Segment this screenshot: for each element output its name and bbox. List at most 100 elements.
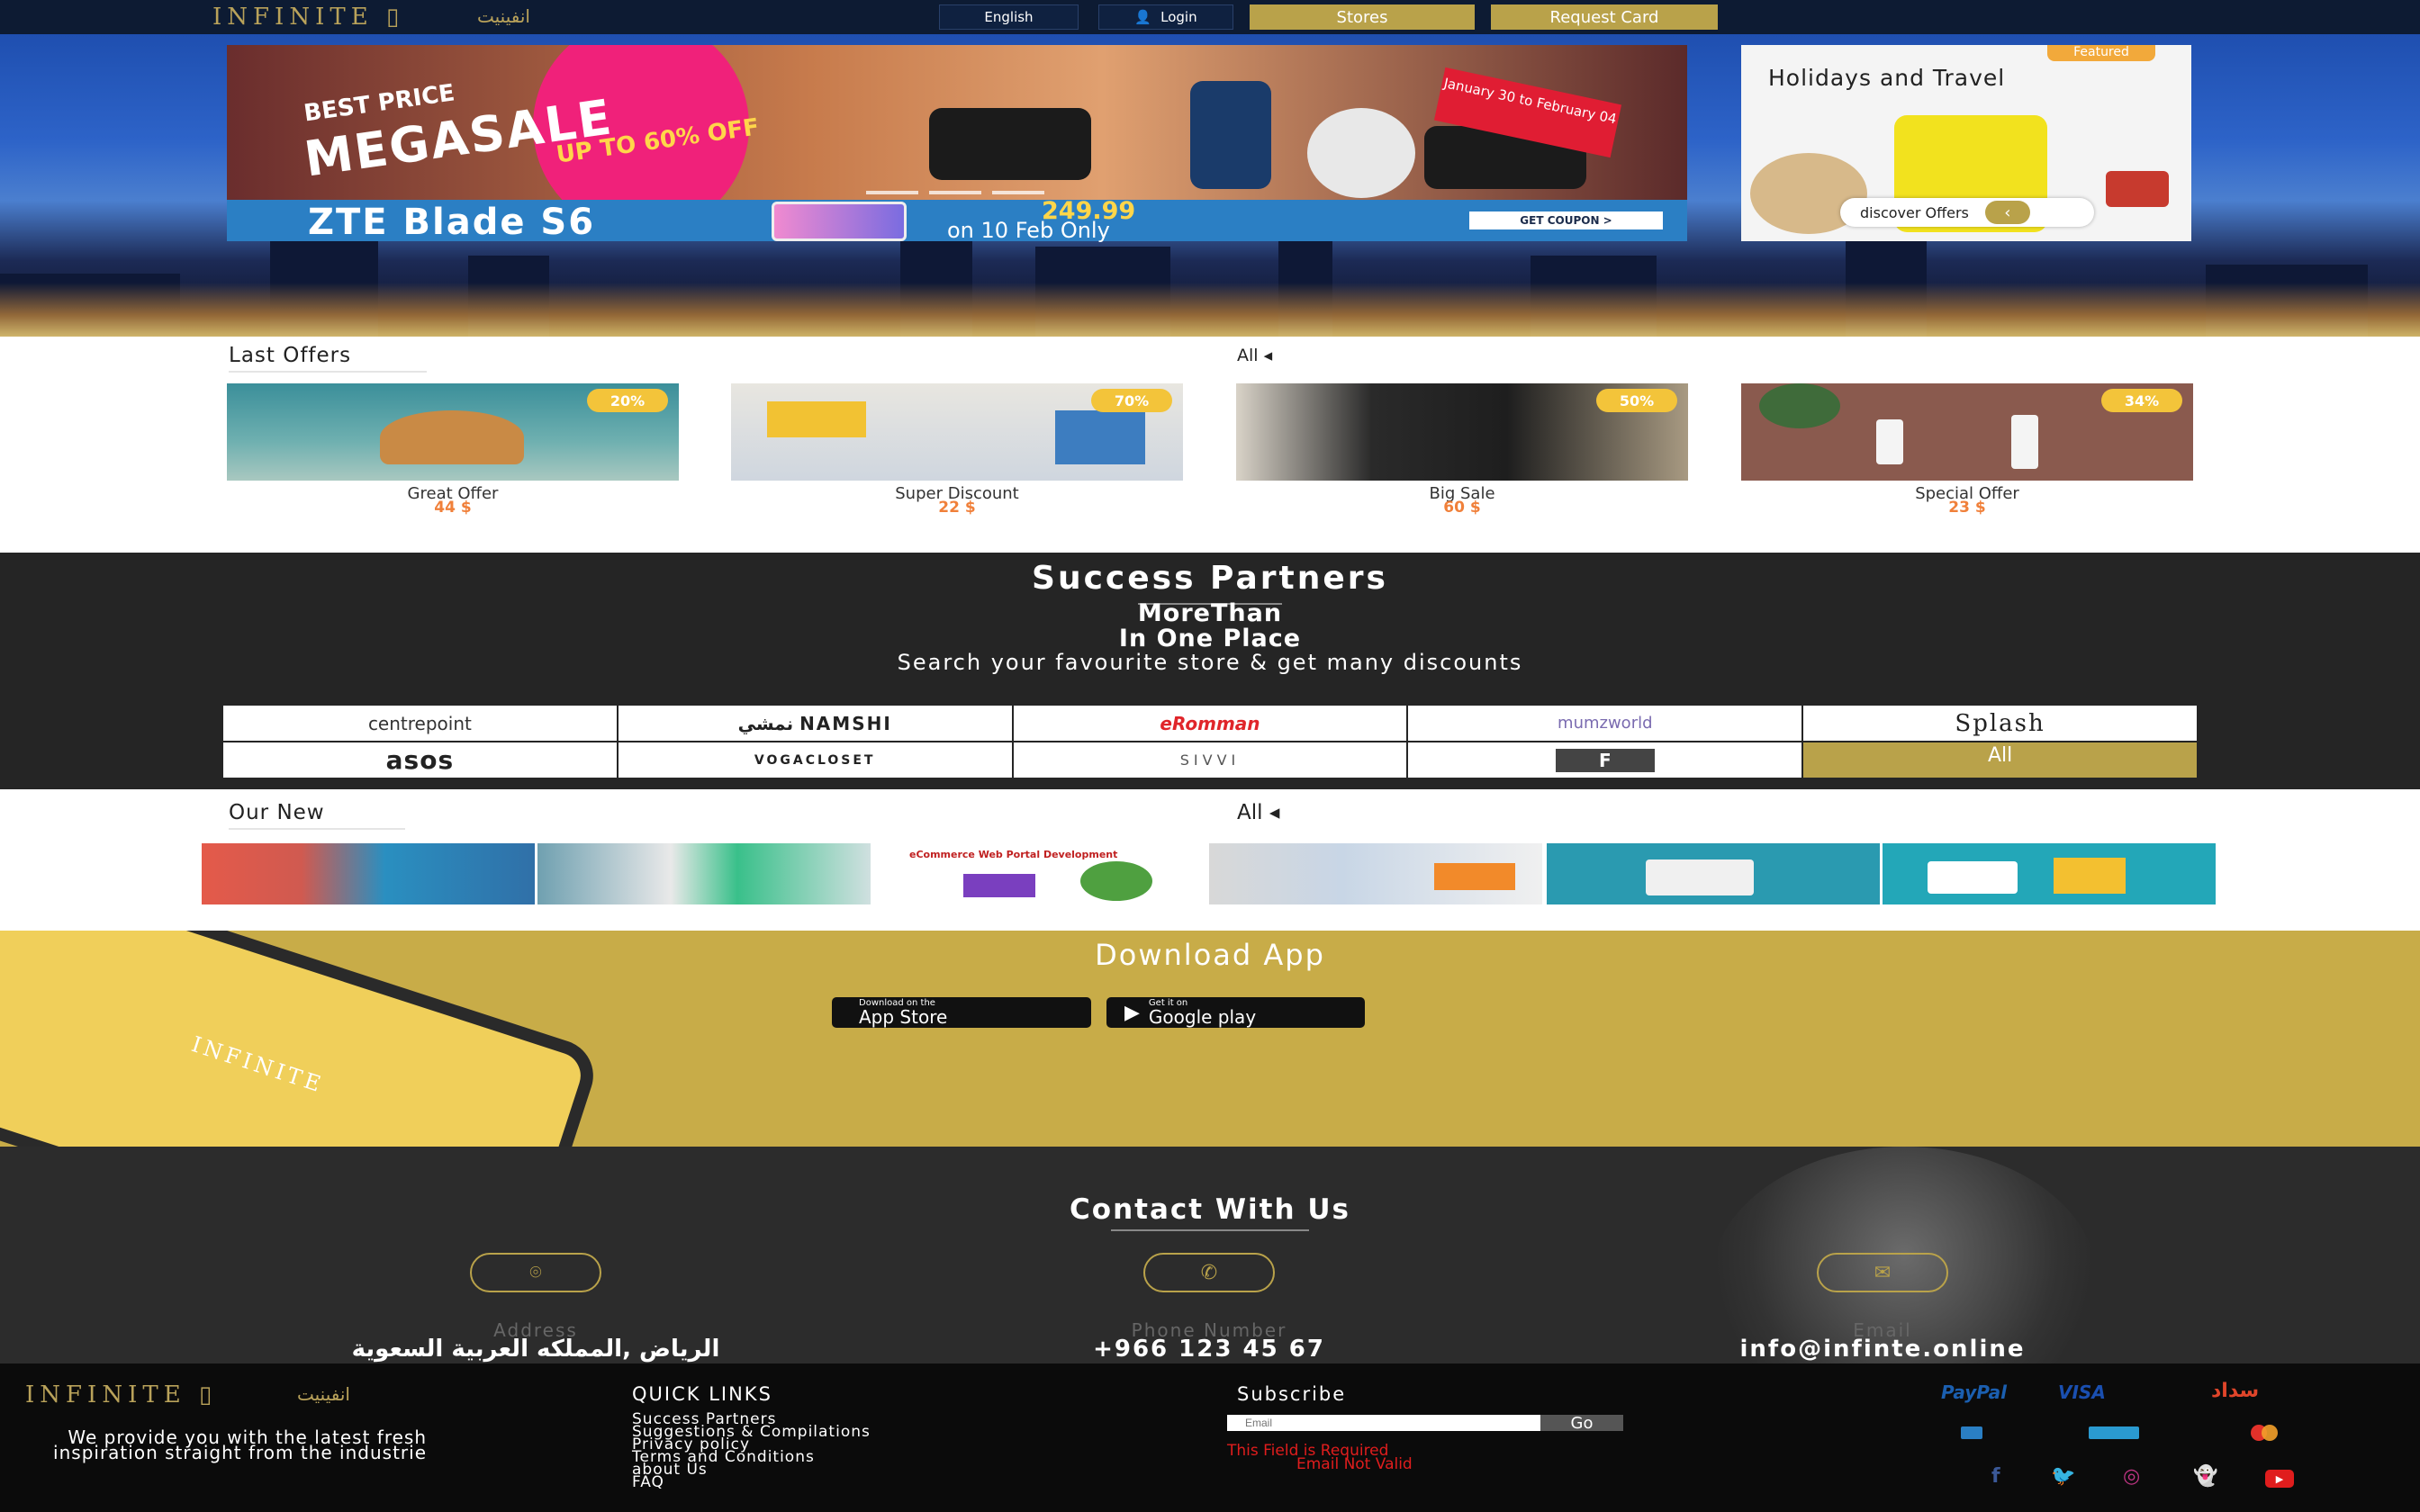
shop-image [767, 401, 866, 437]
subscribe-email-input[interactable] [1227, 1415, 1540, 1431]
discount-badge: 20% [587, 389, 668, 412]
phone-image [772, 202, 907, 241]
our-new-title: Our New [229, 801, 325, 824]
product-image [929, 108, 1091, 180]
slider-dot[interactable] [929, 191, 981, 194]
partner-logo[interactable]: SIVVI [1013, 742, 1407, 778]
app-store-text: Download on the App Store [859, 999, 948, 1028]
city-lights [0, 283, 2420, 337]
partner-logo[interactable]: نمشي NAMSHI [618, 706, 1012, 741]
stores-button[interactable]: Stores [1250, 4, 1475, 30]
top-navbar: INFINITE ▯ انفينيت English 👤 Login Store… [0, 0, 2420, 34]
partners-line-3: Search your favourite store & get many d… [897, 650, 1523, 675]
offer-card-image[interactable]: 70% [731, 383, 1183, 481]
discover-offers-label: discover Offers [1860, 203, 1969, 221]
news-thumbnail[interactable] [1883, 843, 2216, 904]
language-select[interactable]: English [939, 4, 1079, 30]
facebook-icon[interactable]: f [1991, 1465, 2000, 1488]
google-play-button[interactable]: ▶ Get it on Google play [1106, 997, 1365, 1028]
partner-logo[interactable]: VOGACLOSET [618, 742, 1012, 778]
chevron-left-icon: ‹ [1984, 201, 2030, 224]
card-icon [1961, 1426, 1982, 1439]
google-play-text: Get it on Google play [1149, 999, 1256, 1027]
login-label: Login [1160, 9, 1197, 25]
bottle-image [1876, 419, 1903, 464]
play-icon: ▶ [1124, 1001, 1140, 1024]
contact-section: Contact With Us ⌾ ✆ ✉ Address الرياض ,ال… [0, 1147, 2420, 1364]
partner-logo[interactable]: F [1408, 742, 1802, 778]
mail-icon: ✉ [1817, 1253, 1948, 1292]
partners-all-button[interactable]: All [1803, 742, 2197, 778]
paypal-icon: PayPal [1941, 1382, 2008, 1403]
bottle-image [2011, 415, 2038, 469]
hero-slider[interactable]: BEST PRICE MEGASALE UP TO 60% OFF Januar… [227, 45, 1687, 200]
offer-price: 22 $ [938, 499, 976, 517]
twitter-icon[interactable]: 🐦 [2051, 1465, 2075, 1488]
plant-image [1759, 383, 1840, 428]
offer-price: 44 $ [434, 499, 472, 517]
partner-logo[interactable]: Splash [1803, 706, 2197, 741]
quick-links-list: Success Partners Suggestions & Compilati… [632, 1412, 871, 1490]
user-icon: 👤 [1134, 9, 1152, 25]
download-title: Download App [1095, 938, 1325, 972]
section-underline [229, 371, 427, 373]
phone-value[interactable]: +966 123 45 67 [894, 1336, 1524, 1363]
app-store-label: App Store [859, 1006, 948, 1028]
news-thumbnail[interactable] [1547, 843, 1880, 904]
footer: INFINITE ▯ انفينيت We provide you with t… [0, 1364, 2420, 1512]
offer-card-image[interactable]: 50% [1236, 383, 1688, 481]
promo-strip[interactable]: ZTE Blade S6 249.99 on 10 Feb Only GET C… [227, 197, 1687, 243]
subscribe-title: Subscribe [1237, 1383, 1347, 1405]
section-underline [229, 828, 405, 830]
phone-icon: ✆ [1143, 1253, 1275, 1292]
footer-logo-arabic: انفينيت [297, 1383, 350, 1405]
partners-line-1: MoreThan [1137, 599, 1283, 627]
news-thumbnail[interactable]: eCommerce Web Portal Development [873, 843, 1206, 904]
success-partners-section: Success Partners MoreThan In One Place S… [0, 553, 2420, 789]
get-coupon-button[interactable]: GET COUPON > [1469, 212, 1663, 230]
featured-card[interactable]: Featured Holidays and Travel discover Of… [1741, 45, 2191, 241]
last-offers-all-link[interactable]: All ◂ [1237, 346, 1272, 365]
discover-offers-button[interactable]: discover Offers ‹ [1840, 198, 2094, 227]
our-new-all-link[interactable]: All ◂ [1237, 801, 1279, 824]
error-invalid-email: Email Not Valid [1296, 1455, 1413, 1473]
news-thumbnail[interactable] [202, 843, 535, 904]
phone-image [1190, 81, 1271, 189]
contact-title: Contact With Us [1070, 1193, 1350, 1226]
snapchat-icon[interactable]: 👻 [2193, 1465, 2217, 1488]
offer-price: 23 $ [1948, 499, 1986, 517]
news-thumbnail[interactable] [537, 843, 871, 904]
subscribe-go-button[interactable]: Go [1540, 1414, 1623, 1433]
slider-dot[interactable] [866, 191, 918, 194]
section-underline [1111, 1229, 1309, 1231]
partners-line-2: In One Place [1118, 625, 1302, 652]
featured-badge: Featured [2047, 45, 2155, 61]
offer-card-image[interactable]: 20% [227, 383, 679, 481]
footer-logo[interactable]: INFINITE ▯ [25, 1382, 217, 1408]
login-button[interactable]: 👤 Login [1098, 4, 1233, 30]
partners-grid: centrepoint نمشي NAMSHI eRomman mumzworl… [223, 706, 2197, 778]
camera-image [2106, 171, 2169, 207]
offer-price: 60 $ [1443, 499, 1481, 517]
visa-icon: VISA [2058, 1382, 2106, 1403]
mastercard-icon [2251, 1425, 2283, 1441]
slider-dot[interactable] [992, 191, 1044, 194]
news-thumbnail[interactable] [1209, 843, 1542, 904]
partner-logo[interactable]: asos [223, 742, 617, 778]
brand-logo[interactable]: INFINITE ▯ [212, 4, 404, 31]
request-card-button[interactable]: Request Card [1491, 4, 1718, 30]
partner-logo[interactable]: eRomman [1013, 706, 1407, 741]
partner-logo[interactable]: mumzworld [1408, 706, 1802, 741]
featured-title: Holidays and Travel [1768, 65, 2006, 91]
brand-logo-arabic: انفينيت [477, 5, 530, 27]
download-app-section: INFINITE Download App Download on the Ap… [0, 931, 2420, 1147]
hero-section: BEST PRICE MEGASALE UP TO 60% OFF Januar… [0, 34, 2420, 337]
youtube-icon[interactable]: ▶ [2265, 1470, 2294, 1488]
offer-card-image[interactable]: 34% [1741, 383, 2193, 481]
partner-logo[interactable]: centrepoint [223, 706, 617, 741]
last-offers-title: Last Offers [229, 344, 352, 367]
instagram-icon[interactable]: ◎ [2123, 1465, 2140, 1488]
email-value[interactable]: info@infinte.online [1567, 1336, 2198, 1363]
app-store-button[interactable]: Download on the App Store [832, 997, 1091, 1028]
partners-title: Success Partners [1032, 560, 1388, 597]
